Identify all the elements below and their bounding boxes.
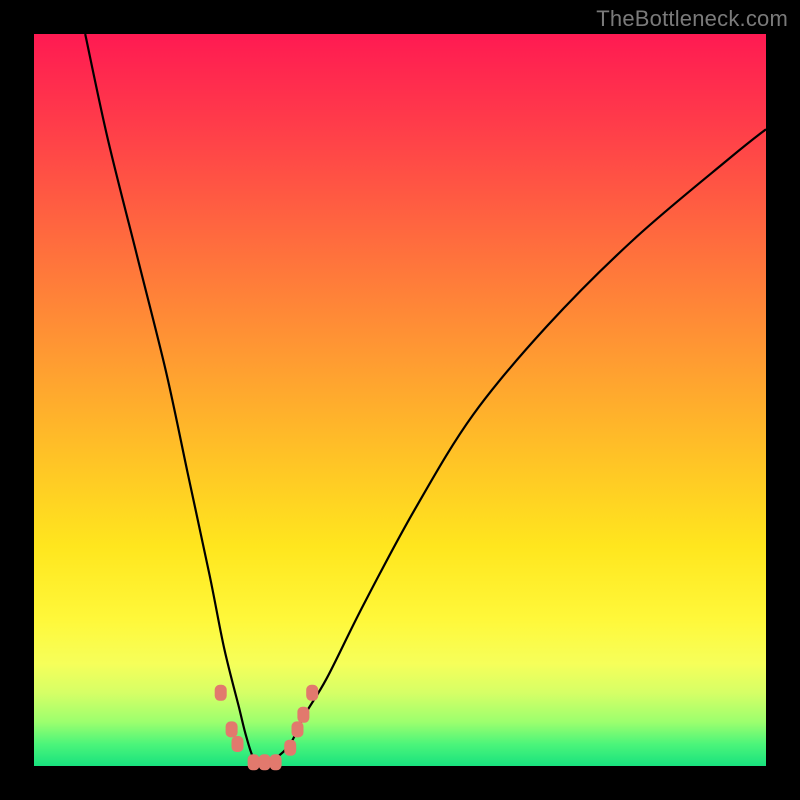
curve-marker <box>284 740 296 756</box>
bottleneck-curve <box>85 34 766 767</box>
curve-marker <box>292 721 304 737</box>
curve-marker <box>232 736 244 752</box>
curve-marker <box>259 754 271 770</box>
chart-frame: TheBottleneck.com <box>0 0 800 800</box>
curve-marker <box>306 685 318 701</box>
curve-marker <box>270 754 282 770</box>
curve-svg <box>34 34 766 766</box>
watermark-text: TheBottleneck.com <box>596 6 788 32</box>
plot-area <box>34 34 766 766</box>
curve-marker <box>297 707 309 723</box>
curve-marker <box>215 685 227 701</box>
curve-markers <box>215 685 319 771</box>
curve-marker <box>248 754 260 770</box>
curve-marker <box>226 721 238 737</box>
